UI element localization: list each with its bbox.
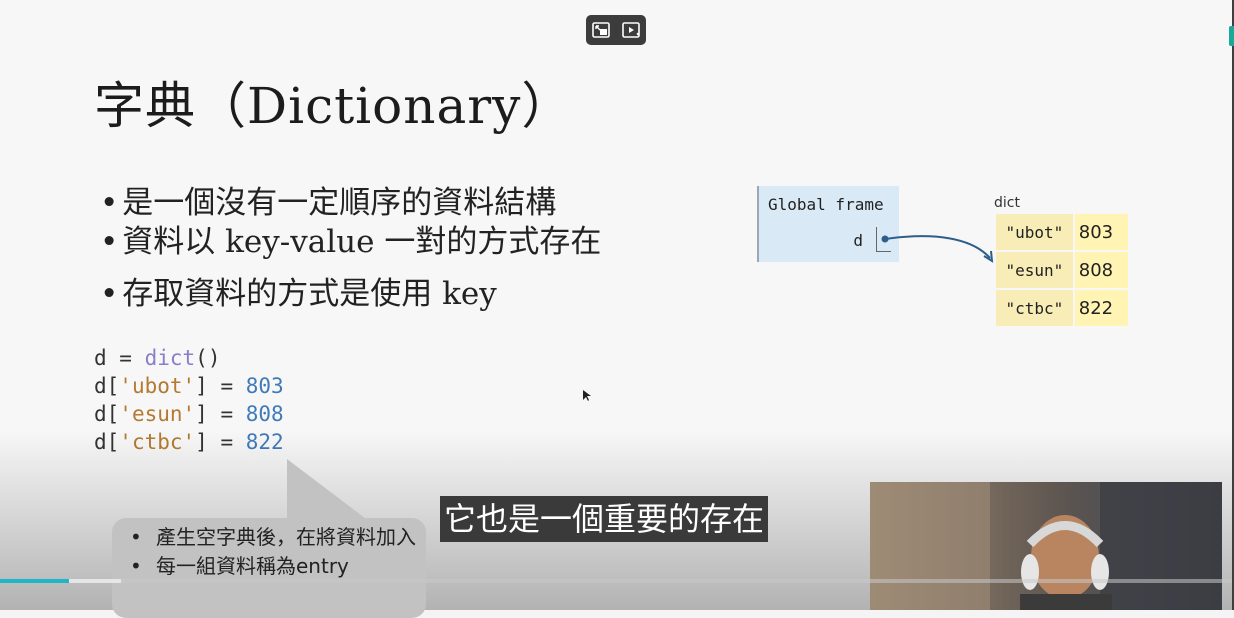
bullet-list: 是一個沒有一定順序的資料結構 資料以 key-value 一對的方式存在 存取資… (100, 184, 601, 314)
miniplayer-icon[interactable] (591, 20, 611, 40)
player-top-controls (586, 15, 646, 45)
code-token: 808 (245, 402, 284, 426)
presenter-image (870, 482, 1222, 610)
slide-title: 字典（Dictionary） (94, 77, 573, 135)
bullet-item: 資料以 key-value 一對的方式存在 (100, 223, 601, 262)
code-token: 'esun' (119, 402, 196, 426)
callout-item: 產生空字典後，在將資料加入 (130, 524, 426, 551)
code-token: ] = (195, 374, 246, 398)
code-token: () (195, 346, 221, 370)
bullet-item: 是一個沒有一定順序的資料結構 (100, 184, 601, 223)
progress-bar[interactable] (0, 579, 1234, 583)
frame-title: Global frame (768, 195, 884, 214)
frame-variable: d (853, 231, 863, 250)
side-marker (1229, 26, 1234, 46)
autoplay-icon[interactable] (621, 20, 641, 40)
dict-entry: "ctbc" 822 (996, 290, 1128, 326)
code-token: 'ubot' (119, 374, 196, 398)
progress-played (0, 579, 70, 583)
dict-key: "ubot" (996, 214, 1073, 250)
code-token: = (106, 346, 145, 370)
code-token: ] = (195, 402, 246, 426)
webcam-overlay (870, 482, 1222, 610)
code-token: d[ (94, 402, 120, 426)
dict-value: 822 (1074, 290, 1128, 326)
code-token: dict (144, 346, 196, 370)
dict-entry: "esun" 808 (996, 252, 1128, 288)
code-token: 803 (245, 374, 284, 398)
callout-box: 產生空字典後，在將資料加入 每一組資料稱為entry (112, 518, 426, 618)
code-line: d['ubot'] = 803 (94, 372, 284, 400)
code-token: d (94, 346, 107, 370)
code-line: d['esun'] = 808 (94, 400, 284, 428)
caption-text: 它也是一個重要的存在 (440, 496, 769, 542)
dict-key: "esun" (996, 252, 1073, 288)
callout-item: 每一組資料稱為entry (130, 553, 426, 580)
dict-table: "ubot" 803 "esun" 808 "ctbc" 822 (996, 214, 1128, 328)
global-frame: Global frame d (757, 186, 899, 262)
bullet-item: 存取資料的方式是使用 key (100, 275, 601, 314)
dict-entry: "ubot" 803 (996, 214, 1128, 250)
code-token: d[ (94, 374, 120, 398)
dict-label: dict (994, 195, 1020, 211)
dict-value: 803 (1074, 214, 1128, 250)
dict-key: "ctbc" (996, 290, 1073, 326)
dict-value: 808 (1074, 252, 1128, 288)
mouse-cursor-icon (583, 390, 591, 401)
code-line: d = dict() (94, 344, 284, 372)
pointer-slot (876, 227, 891, 252)
